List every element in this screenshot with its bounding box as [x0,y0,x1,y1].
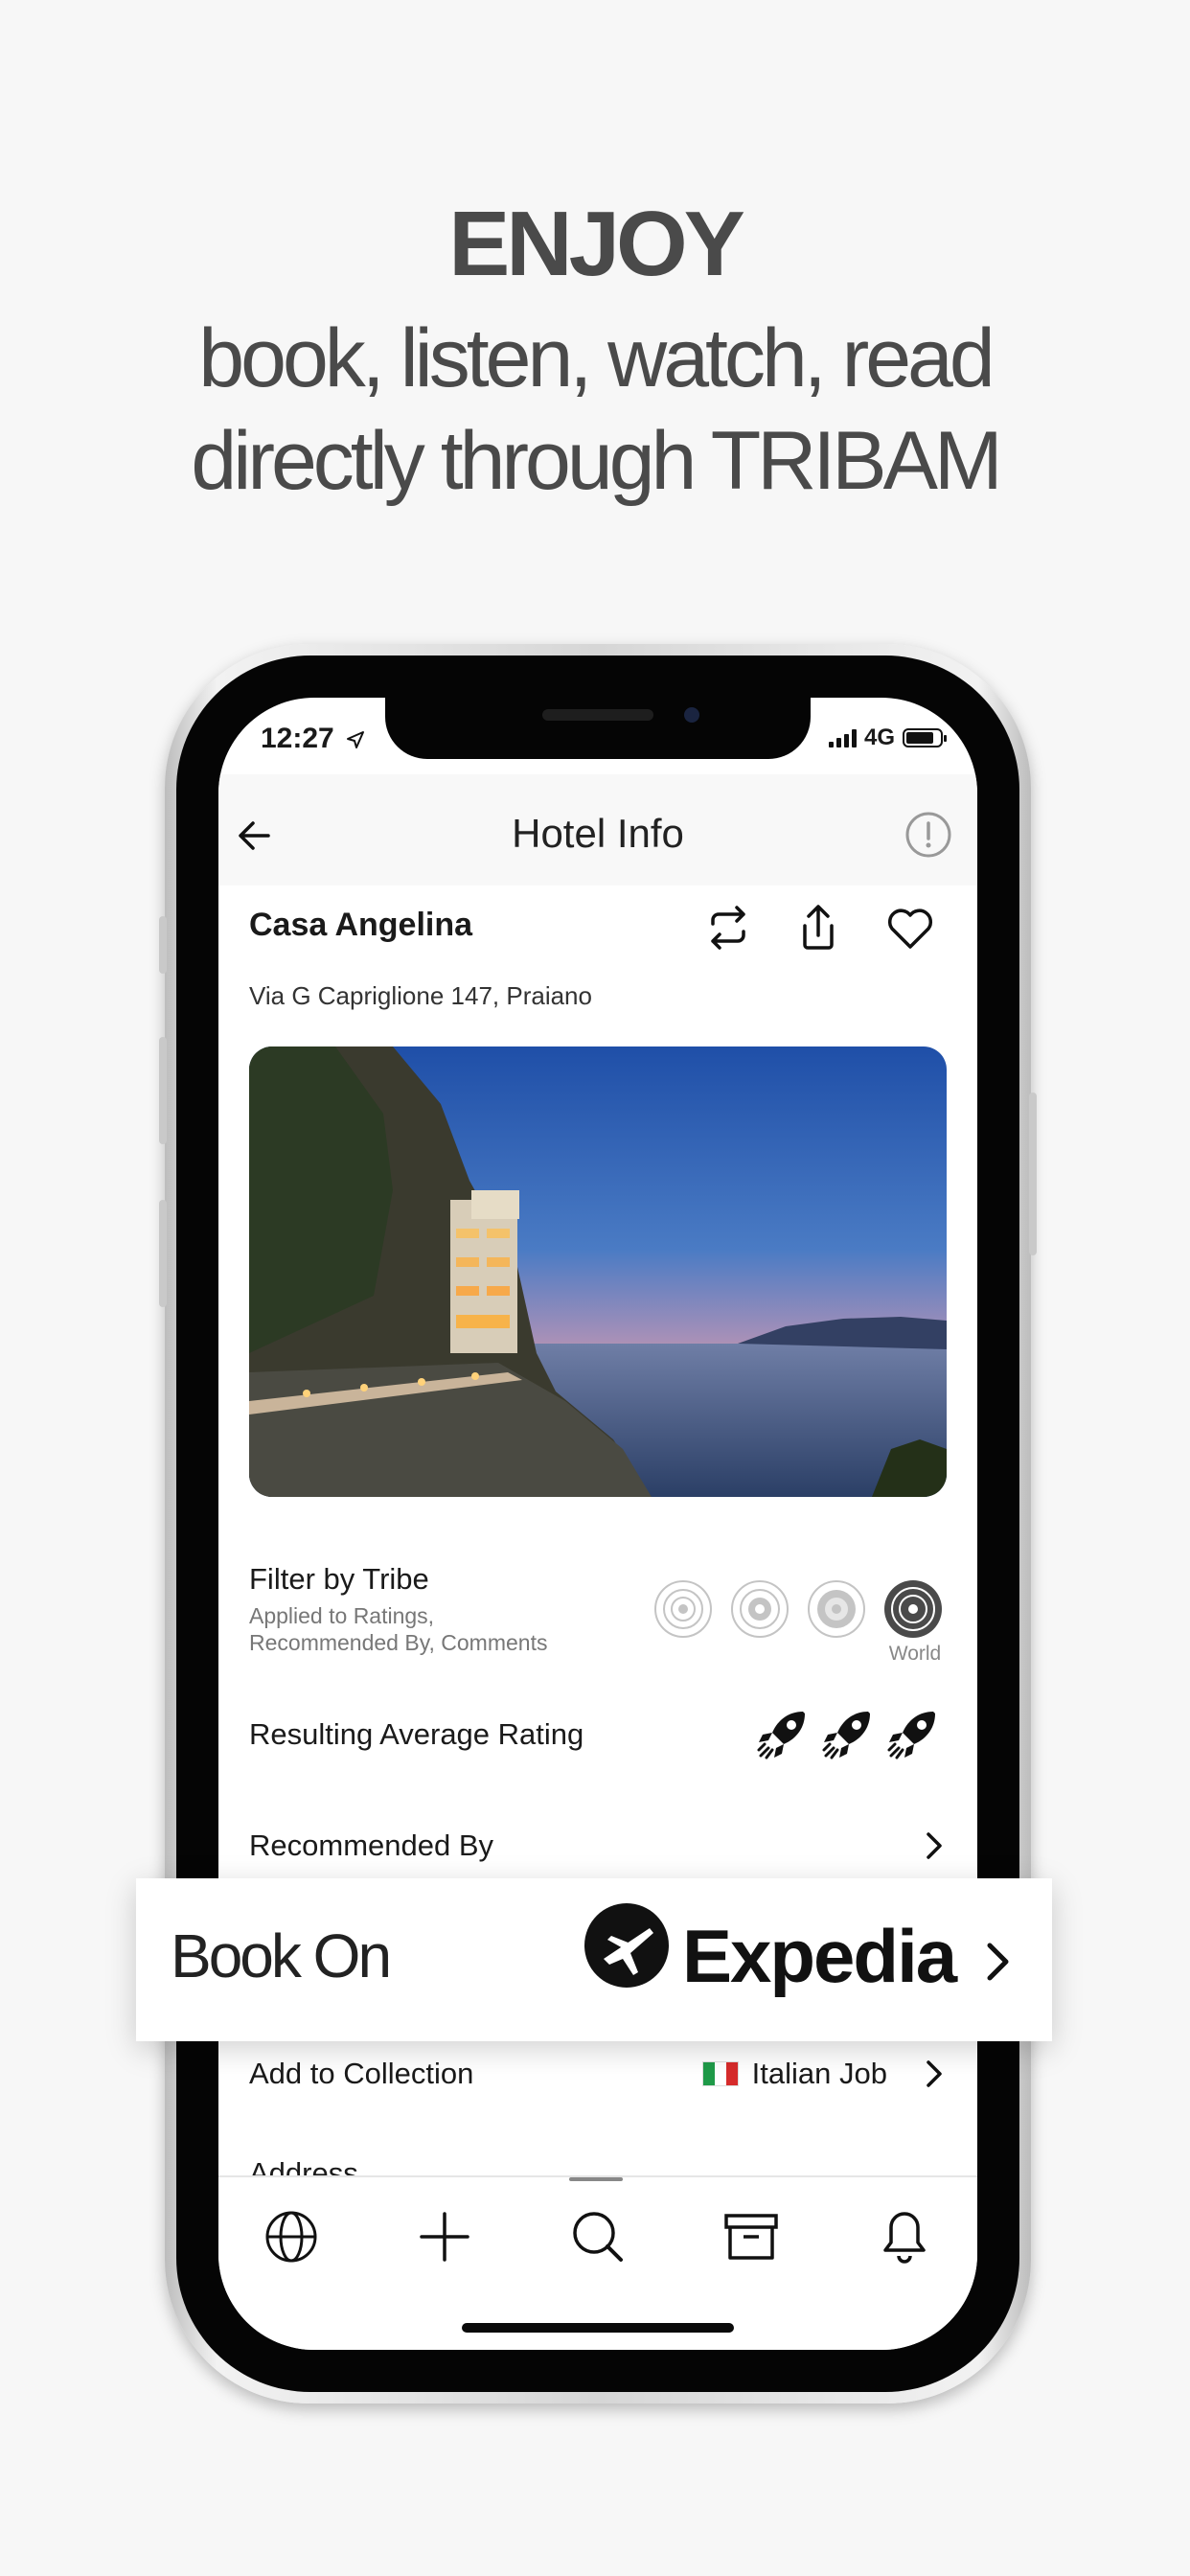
book-on-label: Book On [171,1921,392,1990]
hotel-address: Via G Capriglione 147, Praiano [249,981,592,1010]
location-arrow-icon [347,731,365,749]
search-icon[interactable] [567,2206,629,2267]
archive-icon[interactable] [721,2206,782,2267]
promo-headline: ENJOY [448,193,744,295]
page-title: Hotel Info [512,811,684,856]
side-button-silent [159,916,167,974]
signal-icon [828,728,857,748]
status-time: 12:27 [261,723,365,755]
filter-description-line-1: Applied to Ratings, [249,1603,435,1628]
front-camera [684,707,699,723]
promo-line-2: directly through TRIBAM [191,415,1002,507]
notch [385,698,811,759]
plus-icon[interactable] [414,2206,475,2267]
share-icon[interactable] [791,901,845,954]
expedia-plane-logo-icon [584,1903,669,1988]
tribe-circle-extended-icon[interactable] [807,1579,866,1639]
chevron-right-icon [927,2060,942,2087]
home-indicator[interactable] [462,2323,734,2333]
tribe-world-icon[interactable] [883,1579,943,1639]
italy-flag-icon [701,2061,739,2086]
rocket-rating-icon [887,1712,935,1760]
status-time-text: 12:27 [261,723,334,754]
promo-line-1: book, listen, watch, read [198,312,995,404]
network-label: 4G [863,724,895,750]
hotel-name: Casa Angelina [249,907,473,943]
phone-screen: 12:27 4G Hotel Info Casa Angelina Via G [218,698,977,2350]
rocket-rating-icon [822,1712,870,1760]
status-indicators: 4G [828,724,947,751]
collection-name: Italian Job [751,2057,887,2090]
side-button-power [1029,1092,1037,1255]
side-button-volume-down [159,1200,167,1307]
tribe-circle-inner-icon[interactable] [653,1579,713,1639]
collection-value: Italian Job [701,2057,887,2091]
add-to-collection-label: Add to Collection [249,2057,474,2090]
tribe-circle-friends-icon[interactable] [730,1579,790,1639]
heart-icon[interactable] [883,901,937,954]
recommended-by-label: Recommended By [249,1828,494,1862]
globe-icon[interactable] [261,2206,322,2267]
hotel-photo[interactable] [249,1046,947,1497]
bell-icon[interactable] [874,2206,935,2267]
book-on-expedia-banner[interactable]: Book On Expedia [136,1878,1052,2041]
speaker [542,709,653,721]
booking-provider-name: Expedia [682,1914,957,1998]
side-button-volume-up [159,1037,167,1144]
active-tab-indicator [569,2177,623,2181]
navigation-bar: Hotel Info [218,774,977,886]
filter-description-line-2: Recommended By, Comments [249,1630,548,1655]
filter-title: Filter by Tribe [249,1562,429,1596]
average-rating-label: Resulting Average Rating [249,1717,584,1751]
battery-icon [903,728,947,748]
alert-info-icon[interactable] [904,811,952,859]
chevron-right-icon [927,1832,942,1859]
tribe-selected-label: World [888,1643,942,1665]
rocket-rating-icon [757,1712,805,1760]
chevron-right-icon [987,1943,1009,1981]
repost-icon[interactable] [701,901,755,954]
